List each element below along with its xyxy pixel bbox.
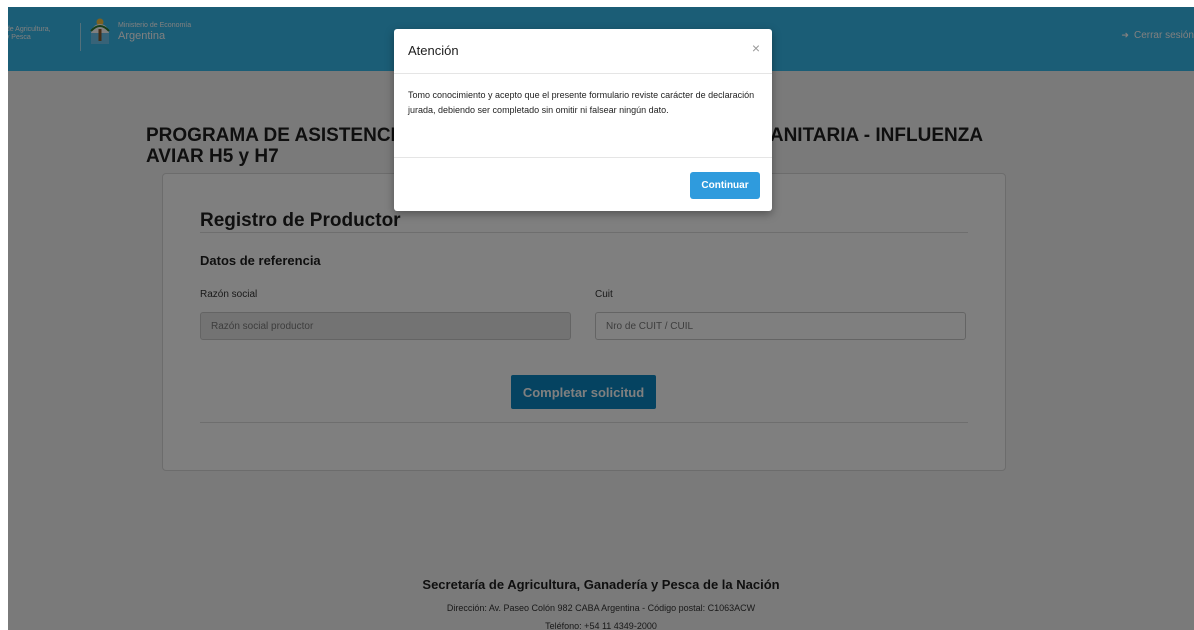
continue-button[interactable]: Continuar <box>690 172 760 199</box>
modal-footer: Continuar <box>394 157 772 212</box>
modal-body: Tomo conocimiento y acepto que el presen… <box>408 90 755 115</box>
attention-modal: Atención × Tomo conocimiento y acepto qu… <box>394 29 772 211</box>
modal-title: Atención <box>408 43 459 58</box>
modal-header: Atención × <box>394 29 772 74</box>
close-icon[interactable]: × <box>752 40 760 56</box>
